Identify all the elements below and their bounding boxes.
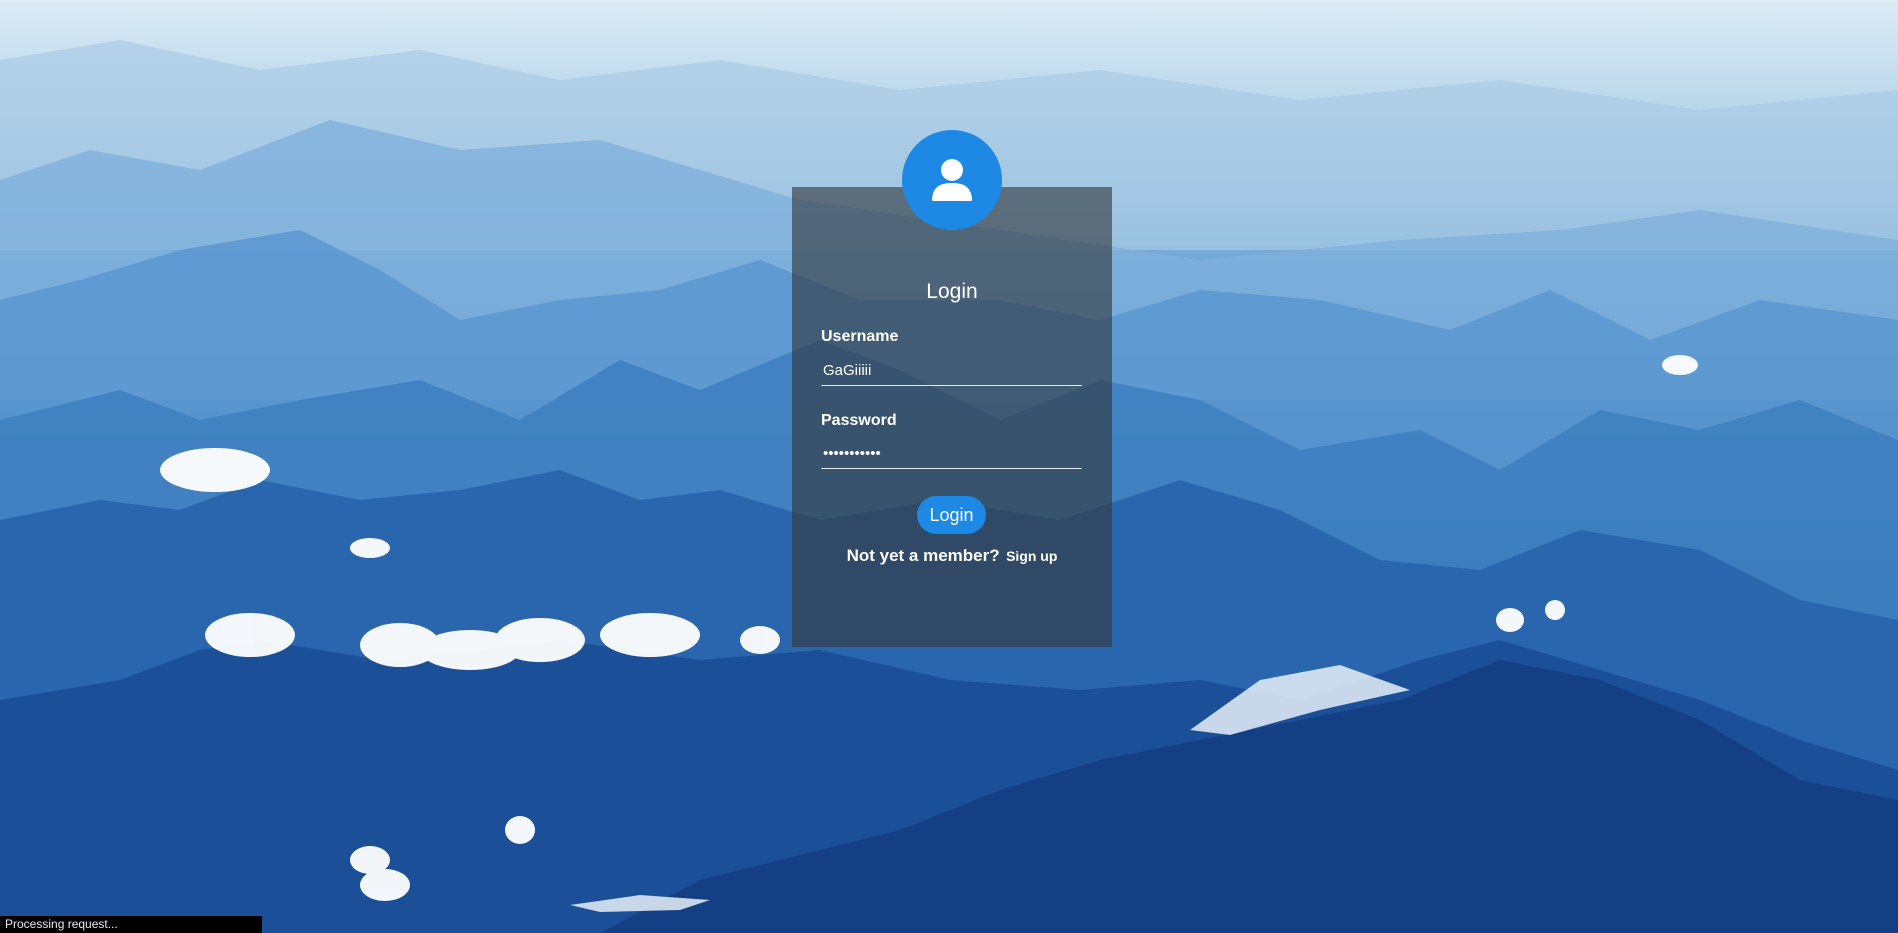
user-icon	[932, 159, 972, 201]
password-input[interactable]	[821, 439, 1082, 469]
username-input[interactable]	[821, 356, 1082, 386]
status-bar: Processing request...	[0, 916, 262, 933]
password-label: Password	[821, 412, 897, 429]
username-label: Username	[821, 328, 899, 345]
signup-prompt: Not yet a member? Sign up	[792, 546, 1112, 566]
signup-link[interactable]: Sign up	[1006, 548, 1057, 564]
avatar	[902, 130, 1002, 230]
login-page: Login Username Password Login Not yet a …	[0, 0, 1898, 933]
member-prompt-text: Not yet a member?	[846, 546, 1000, 565]
login-button[interactable]: Login	[917, 496, 986, 534]
login-title: Login	[926, 280, 978, 303]
